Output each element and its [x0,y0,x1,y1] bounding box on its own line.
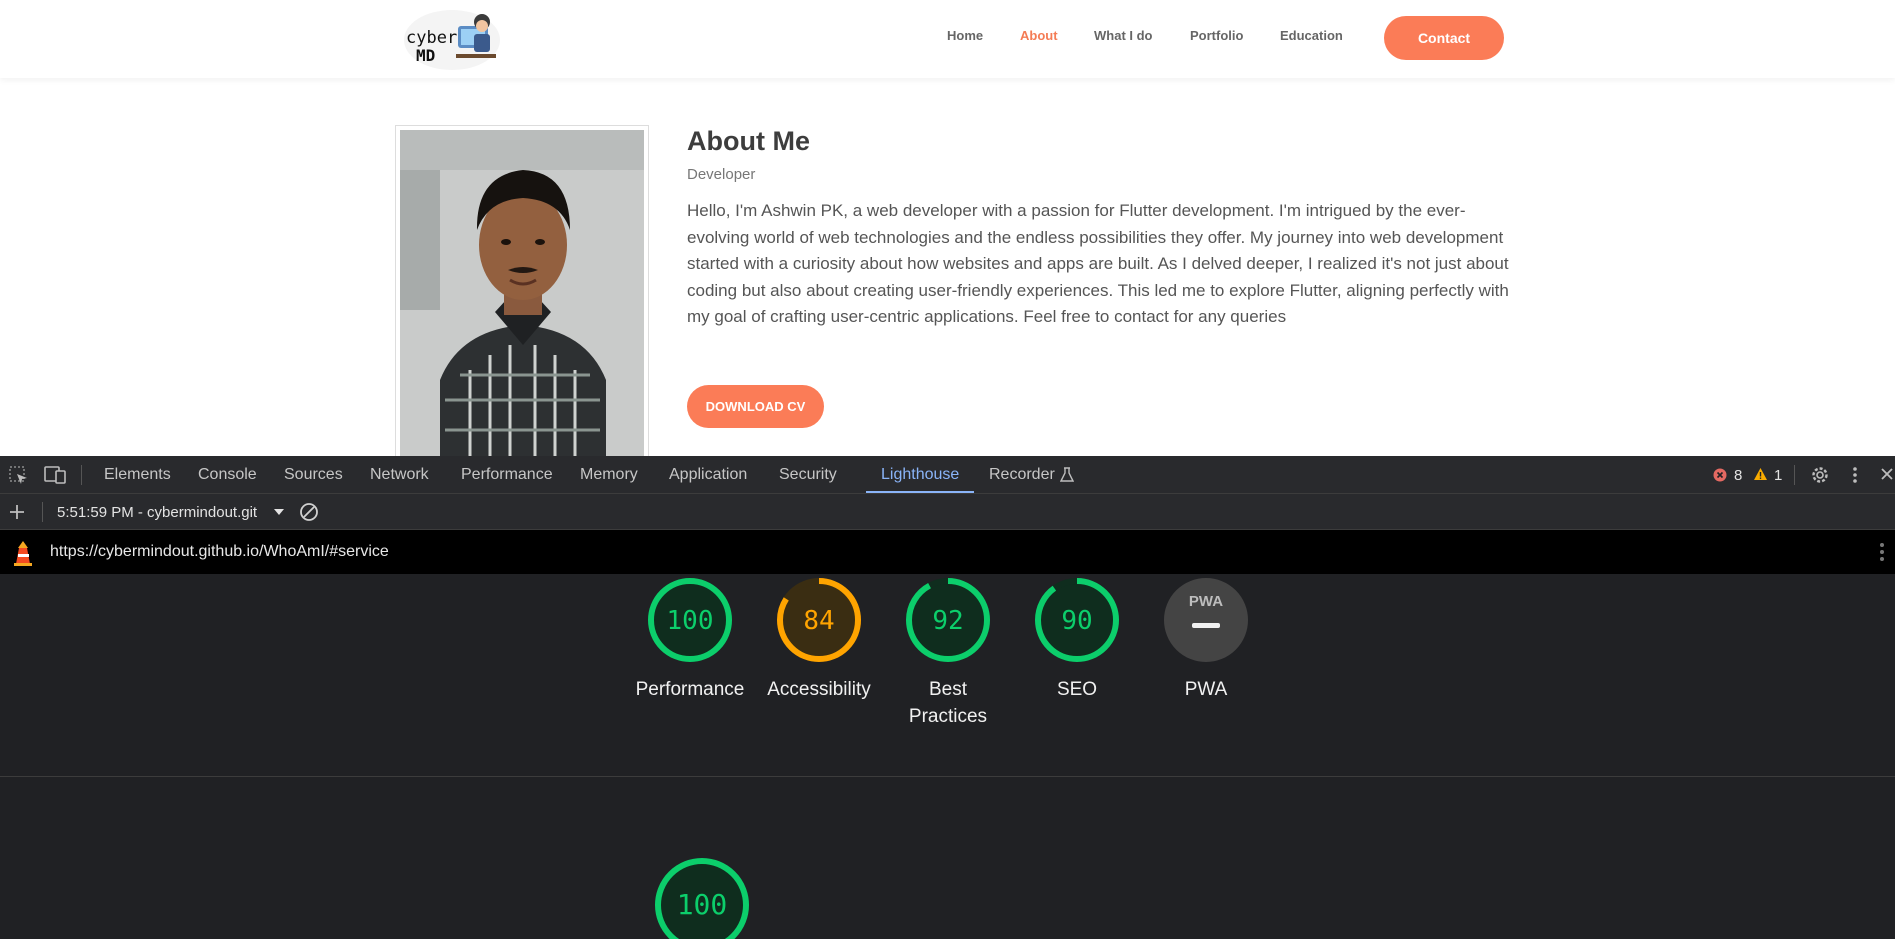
report-url-bar: https://cybermindout.github.io/WhoAmI/#s… [0,530,1895,574]
warning-icon[interactable] [1753,467,1768,481]
error-count[interactable]: 8 [1734,467,1742,484]
profile-photo [400,130,644,456]
score-ring: 92 [906,578,990,662]
devtools-tab-bar: Elements Console Sources Network Perform… [0,456,1895,494]
gauge-seo[interactable]: 90 SEO [1012,574,1142,703]
tab-recorder[interactable]: Recorder [989,466,1055,484]
nav-home[interactable]: Home [947,28,983,43]
gauge-best-practices[interactable]: 92 Best Practices [883,574,1013,730]
clear-block-icon[interactable] [299,502,319,522]
person-portrait-icon [400,130,644,456]
report-url[interactable]: https://cybermindout.github.io/WhoAmI/#s… [50,543,389,561]
site-logo[interactable]: cyber MD [400,8,504,72]
tab-network[interactable]: Network [370,466,429,484]
contact-button[interactable]: Contact [1384,16,1504,60]
pwa-badge-text: PWA [1189,593,1223,610]
score-ring: 100 [648,578,732,662]
devtools-panel: Elements Console Sources Network Perform… [0,456,1895,939]
about-description: Hello, I'm Ashwin PK, a web developer wi… [687,201,1509,326]
tab-memory[interactable]: Memory [580,466,638,484]
website-viewport: cyber MD Home About What I do Portfolio … [0,0,1895,456]
plus-icon[interactable] [9,504,25,520]
lighthouse-logo-icon [14,541,32,566]
tab-application[interactable]: Application [669,466,747,484]
gauge-pwa[interactable]: PWA PWA [1141,574,1271,703]
nav-about[interactable]: About [1020,28,1058,43]
close-icon[interactable] [1880,467,1894,481]
settings-gear-icon[interactable] [1810,465,1830,485]
flask-icon [1060,467,1074,482]
section-divider [0,776,1895,777]
tab-sources[interactable]: Sources [284,466,343,484]
score-ring: 84 [777,578,861,662]
about-subtitle: Developer [687,166,756,183]
nav-education[interactable]: Education [1280,28,1343,43]
toolbar-divider [1794,465,1795,485]
score-value: 92 [932,606,963,636]
performance-detail-gauge[interactable]: 100 [637,854,767,939]
inspect-element-icon[interactable] [8,465,30,485]
gauge-performance[interactable]: 100 Performance [625,574,755,703]
score-ring: PWA [1164,578,1248,662]
nav-portfolio[interactable]: Portfolio [1190,28,1243,43]
site-header: cyber MD Home About What I do Portfolio … [0,0,1895,78]
tab-security[interactable]: Security [779,466,837,484]
score-ring: 90 [1035,578,1119,662]
error-icon[interactable] [1713,468,1727,482]
score-gauges: 100 Performance 84 Accessibility 92 Best Prac… [0,574,1895,774]
chevron-down-icon[interactable] [273,508,285,516]
warning-count[interactable]: 1 [1774,467,1782,484]
about-title: About Me [687,126,810,156]
active-tab-indicator [866,491,974,493]
profile-photo-frame [395,125,649,456]
gauge-label: Accessibility [767,679,871,700]
logo-text-secondary: MD [416,46,436,65]
toolbar-divider [81,465,82,485]
tab-console[interactable]: Console [198,466,257,484]
tab-lighthouse[interactable]: Lighthouse [881,466,959,484]
score-value: 90 [1061,606,1092,636]
tab-elements[interactable]: Elements [104,466,171,484]
gauge-label: SEO [1056,679,1098,700]
lighthouse-toolbar: 5:51:59 PM - cybermindout.git [0,494,1895,530]
gauge-label: PWA [1184,679,1228,700]
more-options-icon[interactable] [1879,542,1885,562]
gauge-label: Performance [635,679,745,700]
score-value: 100 [677,888,728,921]
score-ring: 100 [655,858,749,939]
score-value: 84 [803,606,834,636]
download-cv-button[interactable]: DOWNLOAD CV [687,385,824,428]
pwa-dash-icon [1192,623,1220,628]
logo-text: cyber [406,28,458,48]
gauge-accessibility[interactable]: 84 Accessibility [754,574,884,703]
more-options-icon[interactable] [1852,466,1858,484]
nav-what-i-do[interactable]: What I do [1094,28,1153,43]
device-toolbar-icon[interactable] [44,465,68,485]
tab-performance[interactable]: Performance [461,466,553,484]
gauge-label: Best Practices [908,679,988,727]
toolbar-divider [42,502,43,522]
score-value: 100 [667,606,714,636]
report-selector[interactable]: 5:51:59 PM - cybermindout.git [57,504,257,521]
